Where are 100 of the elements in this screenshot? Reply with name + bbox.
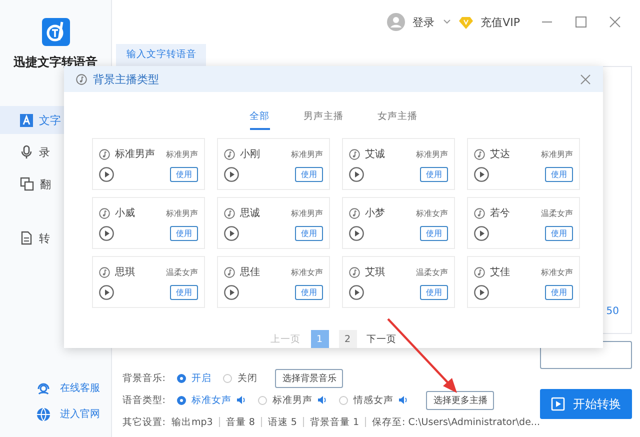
speaker-icon[interactable] (398, 395, 408, 405)
play-icon[interactable] (224, 166, 239, 182)
radio-label[interactable]: 关闭 (237, 372, 258, 384)
voice-name: 标准男声 (115, 148, 156, 161)
use-button[interactable]: 使用 (420, 284, 448, 300)
dialog-tab[interactable]: 男声主播 (304, 110, 344, 130)
voice-type: 标准女声 (541, 266, 573, 278)
use-button[interactable]: 使用 (420, 226, 448, 240)
voice-type: 标准男声 (166, 208, 198, 218)
voice-type: 温柔女声 (541, 208, 573, 218)
voice-type: 温柔女声 (416, 266, 448, 278)
chevron-down-icon[interactable] (442, 19, 451, 25)
maximize-icon[interactable] (574, 15, 588, 29)
radio-label[interactable]: 标准女声 (191, 394, 232, 406)
use-button[interactable]: 使用 (545, 166, 573, 182)
use-button[interactable]: 使用 (170, 284, 198, 300)
next-page-link[interactable]: 下一页 (366, 332, 396, 346)
sidebar-link[interactable]: 进入官网 (0, 401, 112, 427)
use-button[interactable]: 使用 (420, 166, 448, 182)
use-button[interactable]: 使用 (545, 226, 573, 240)
setting-value: 语速 5 (268, 416, 297, 428)
radio-button[interactable] (177, 374, 186, 382)
voice-name: 若兮 (490, 206, 511, 220)
play-icon[interactable] (474, 166, 489, 182)
start-button[interactable]: 开始转换 (540, 389, 632, 419)
headset-icon (36, 380, 51, 396)
speaker-icon[interactable] (236, 395, 246, 405)
play-icon[interactable] (474, 226, 489, 240)
play-icon[interactable] (224, 284, 239, 300)
radio-button[interactable] (223, 374, 232, 382)
use-button[interactable]: 使用 (295, 226, 323, 240)
voice-type: 标准女声 (416, 208, 448, 218)
voice-name: 思琪 (115, 266, 136, 279)
play-icon[interactable] (99, 284, 114, 300)
sidebar-item[interactable]: 转 (0, 224, 112, 252)
voice-name: 艾达 (490, 148, 511, 161)
radio-label[interactable]: 情感女声 (353, 394, 394, 406)
setting-label: 语音类型: (122, 394, 166, 406)
voice-name: 小梦 (365, 206, 386, 220)
music-note-icon (474, 208, 485, 218)
globe-icon (36, 406, 51, 422)
setting-value: 保存至: C:\Users\Administrator\de... (372, 416, 540, 428)
close-icon[interactable] (608, 15, 622, 29)
dialog-title: 背景主播类型 (93, 72, 160, 86)
music-note-icon (349, 208, 360, 218)
radio-label[interactable]: 开启 (191, 372, 212, 384)
setting-value: 音量 8 (226, 416, 255, 428)
voice-type: 标准男声 (541, 148, 573, 160)
voice-name: 小刚 (240, 148, 261, 161)
play-icon[interactable] (349, 226, 364, 240)
use-button[interactable]: 使用 (545, 284, 573, 300)
play-icon[interactable] (349, 284, 364, 300)
music-note-icon (349, 148, 360, 160)
play-icon[interactable] (99, 226, 114, 240)
music-note-icon (349, 266, 360, 278)
sidebar-item[interactable]: 翻 (0, 170, 112, 198)
use-button[interactable]: 使用 (170, 166, 198, 182)
use-button[interactable]: 使用 (170, 226, 198, 240)
voice-type: 标准男声 (291, 208, 323, 218)
setting-value: 背景音量 1 (310, 416, 360, 428)
document-icon (20, 231, 33, 245)
microphone-icon (20, 145, 33, 159)
speaker-icon[interactable] (317, 395, 328, 405)
vip-link[interactable]: 充值VIP (480, 14, 520, 30)
letter-a-icon (20, 114, 33, 126)
music-note-icon (224, 148, 235, 160)
voice-name: 小威 (115, 206, 136, 220)
app-logo (42, 18, 70, 46)
voice-name: 思佳 (240, 266, 261, 279)
radio-label[interactable]: 标准男声 (272, 394, 312, 406)
voice-name: 艾琪 (365, 266, 386, 279)
diamond-icon (458, 16, 473, 28)
voice-type: 标准女声 (291, 266, 323, 278)
music-note-icon (99, 148, 110, 160)
play-icon[interactable] (99, 166, 114, 182)
setting-label: 背景音乐: (122, 372, 166, 384)
music-note-icon (474, 148, 485, 160)
use-button[interactable]: 使用 (295, 166, 323, 182)
voice-type: 标准男声 (291, 148, 323, 160)
setting-label: 其它设置: (122, 416, 166, 428)
sidebar-item[interactable]: 录 (0, 138, 112, 166)
play-icon[interactable] (474, 284, 489, 300)
play-icon[interactable] (224, 226, 239, 240)
radio-button[interactable] (258, 396, 268, 404)
select-button[interactable]: 选择背景音乐 (275, 368, 344, 388)
dialog-tab[interactable]: 女声主播 (378, 110, 418, 130)
select-button[interactable]: 选择更多主播 (426, 390, 494, 410)
radio-button[interactable] (339, 396, 348, 404)
dialog-tab[interactable]: 全部 (250, 110, 270, 130)
page-number[interactable]: 2 (338, 330, 356, 348)
sidebar-link[interactable]: 在线客服 (0, 375, 112, 401)
tab[interactable]: 输入文字转语音 (116, 44, 206, 66)
voice-type: 温柔女声 (166, 266, 198, 278)
music-note-icon (76, 74, 87, 84)
radio-button[interactable] (177, 396, 186, 404)
play-icon[interactable] (349, 166, 364, 182)
close-icon[interactable] (580, 74, 591, 84)
music-note-icon (224, 266, 235, 278)
login-link[interactable]: 登录 (412, 14, 435, 30)
use-button[interactable]: 使用 (295, 284, 323, 300)
